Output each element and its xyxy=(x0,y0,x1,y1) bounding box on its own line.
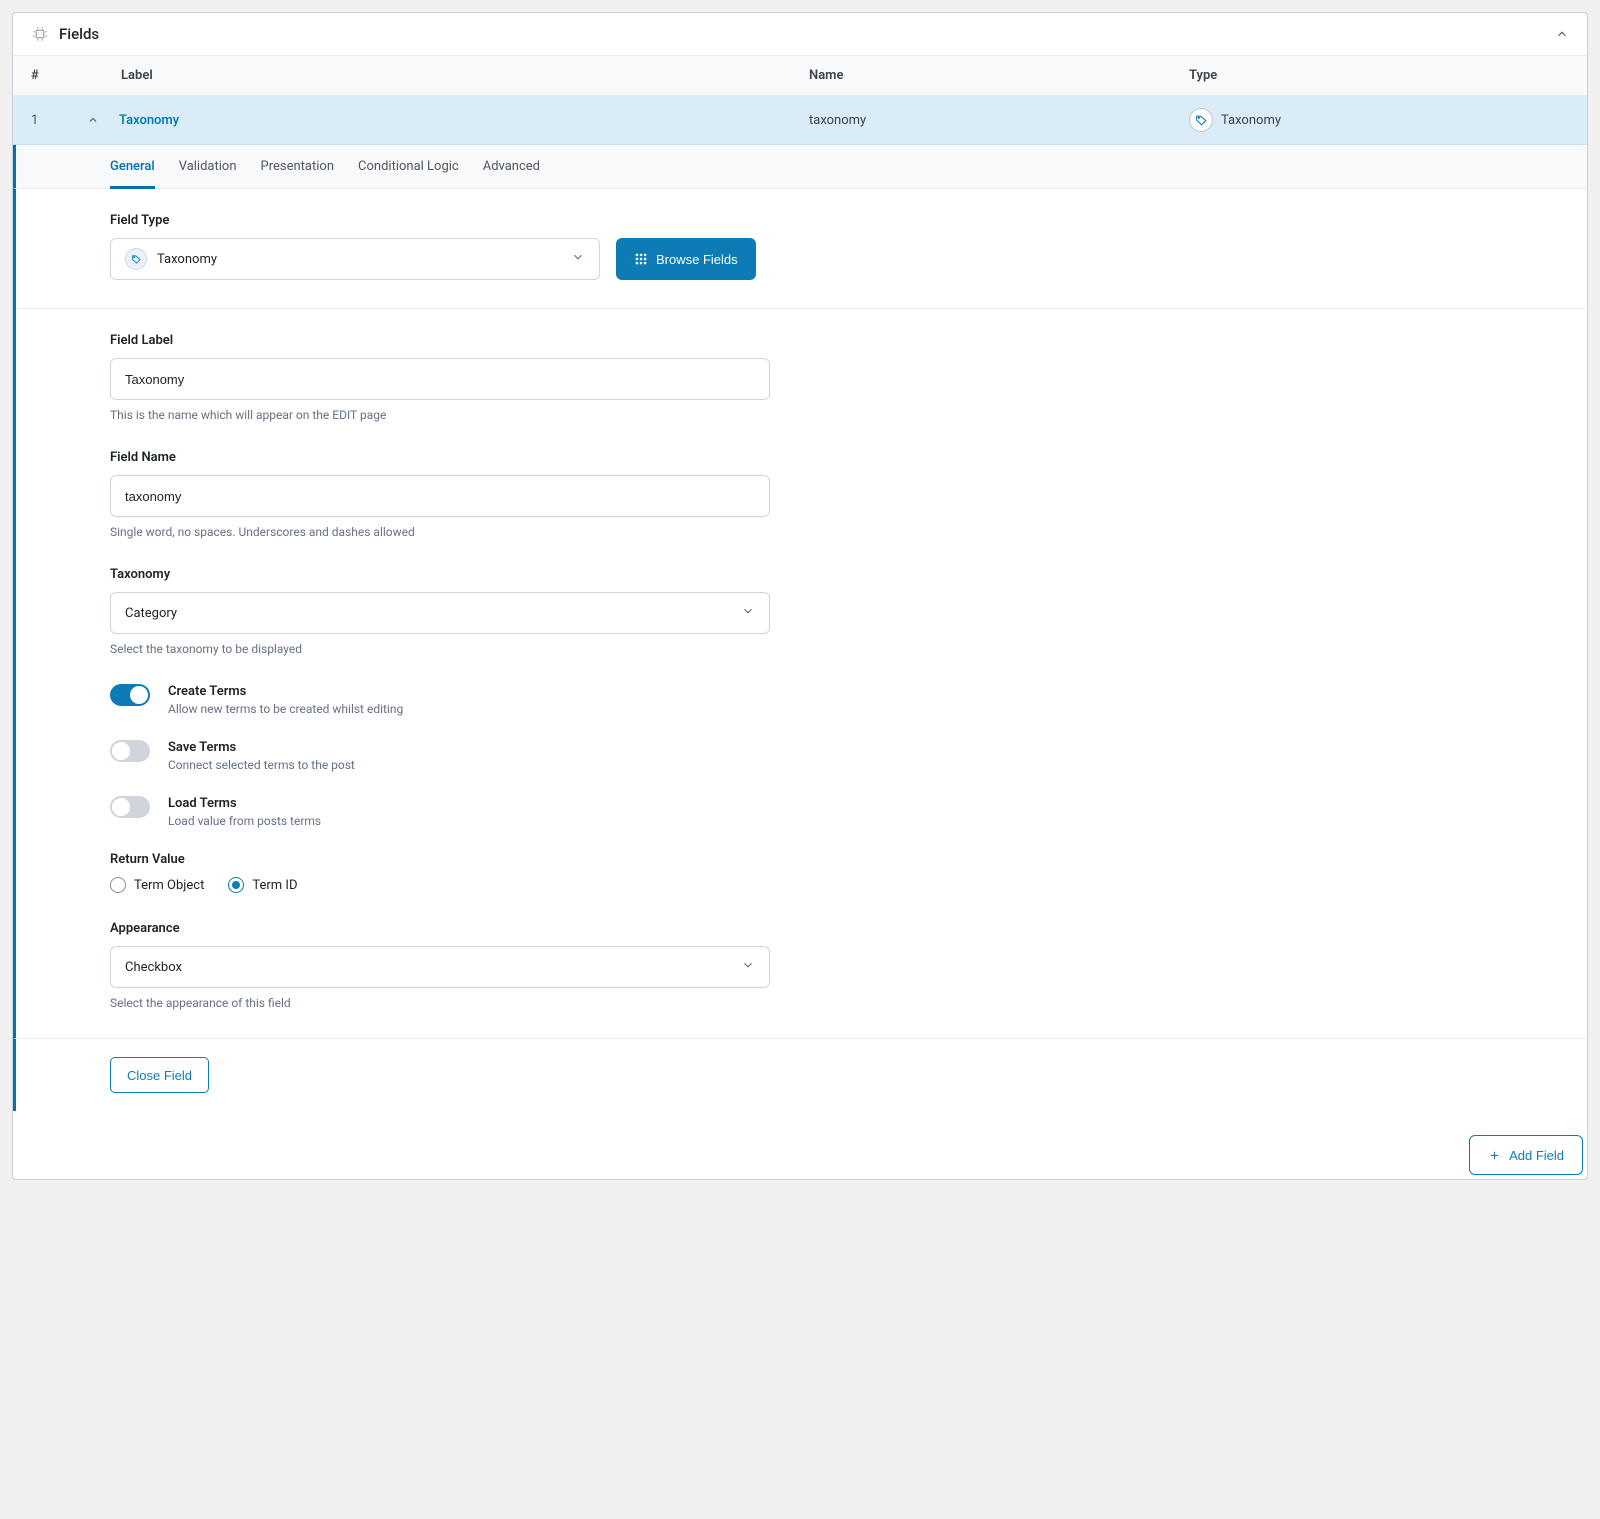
return-value-term-object[interactable]: Term Object xyxy=(110,877,204,893)
panel-header: Fields xyxy=(13,13,1587,56)
field-type-text: Taxonomy xyxy=(1221,113,1281,128)
close-field-button[interactable]: Close Field xyxy=(110,1057,209,1093)
field-name-label: Field Name xyxy=(110,450,770,465)
field-label-help: This is the name which will appear on th… xyxy=(110,408,770,422)
col-label: Label xyxy=(81,68,809,83)
panel-footer: Add Field xyxy=(13,1111,1587,1179)
appearance-value: Checkbox xyxy=(125,960,182,975)
appearance-label: Appearance xyxy=(110,921,770,936)
create-terms-desc: Allow new terms to be created whilst edi… xyxy=(168,702,403,716)
radio-icon xyxy=(110,877,126,893)
save-terms-toggle[interactable] xyxy=(110,740,150,762)
add-field-button[interactable]: Add Field xyxy=(1469,1135,1583,1175)
radio-icon xyxy=(228,877,244,893)
field-label-link[interactable]: Taxonomy xyxy=(119,113,179,128)
create-terms-title: Create Terms xyxy=(168,684,403,699)
create-terms-row: Create Terms Allow new terms to be creat… xyxy=(110,684,770,716)
save-terms-title: Save Terms xyxy=(168,740,355,755)
return-value-opt1-label: Term Object xyxy=(134,878,204,893)
taxonomy-value: Category xyxy=(125,606,177,621)
load-terms-title: Load Terms xyxy=(168,796,321,811)
field-name-text: taxonomy xyxy=(809,113,1189,128)
create-terms-toggle[interactable] xyxy=(110,684,150,706)
field-footer: Close Field xyxy=(13,1038,1587,1111)
chevron-down-icon xyxy=(571,250,585,268)
collapse-panel-button[interactable] xyxy=(1555,27,1569,41)
browse-fields-button[interactable]: Browse Fields xyxy=(616,238,756,280)
browse-fields-label: Browse Fields xyxy=(656,252,738,267)
form-body: Field Type Taxonomy xyxy=(13,189,1587,1038)
col-type: Type xyxy=(1189,68,1569,83)
fields-icon xyxy=(31,25,49,43)
tabs: General Validation Presentation Conditio… xyxy=(13,145,1587,189)
load-terms-desc: Load value from posts terms xyxy=(168,814,321,828)
save-terms-row: Save Terms Connect selected terms to the… xyxy=(110,740,770,772)
taxonomy-select[interactable]: Category xyxy=(110,592,770,634)
field-name-help: Single word, no spaces. Underscores and … xyxy=(110,525,770,539)
tab-conditional-logic[interactable]: Conditional Logic xyxy=(358,145,459,189)
panel-title: Fields xyxy=(59,25,99,43)
save-terms-desc: Connect selected terms to the post xyxy=(168,758,355,772)
return-value-label: Return Value xyxy=(110,852,770,867)
collapse-field-icon[interactable] xyxy=(81,114,105,126)
col-name: Name xyxy=(809,68,1189,83)
field-type-value: Taxonomy xyxy=(157,252,217,267)
tab-advanced[interactable]: Advanced xyxy=(483,145,540,189)
appearance-select[interactable]: Checkbox xyxy=(110,946,770,988)
table-header: # Label Name Type xyxy=(13,56,1587,96)
return-value-opt2-label: Term ID xyxy=(252,878,297,893)
field-num: 1 xyxy=(31,113,81,128)
return-value-term-id[interactable]: Term ID xyxy=(228,877,297,893)
field-row[interactable]: 1 Taxonomy taxonomy Taxonomy xyxy=(13,96,1587,145)
appearance-help: Select the appearance of this field xyxy=(110,996,770,1010)
taxonomy-label: Taxonomy xyxy=(110,567,770,582)
add-field-label: Add Field xyxy=(1509,1148,1564,1163)
field-label-input[interactable] xyxy=(110,358,770,400)
field-name-input[interactable] xyxy=(110,475,770,517)
col-num: # xyxy=(31,68,81,83)
tab-presentation[interactable]: Presentation xyxy=(261,145,335,189)
tab-general[interactable]: General xyxy=(110,145,155,189)
field-type-label: Field Type xyxy=(110,213,770,228)
chevron-down-icon xyxy=(741,604,755,622)
taxonomy-help: Select the taxonomy to be displayed xyxy=(110,642,770,656)
tag-icon xyxy=(125,248,147,270)
chevron-down-icon xyxy=(741,958,755,976)
load-terms-row: Load Terms Load value from posts terms xyxy=(110,796,770,828)
field-label-label: Field Label xyxy=(110,333,770,348)
fields-panel: Fields # Label Name Type 1 Taxonomy taxo… xyxy=(12,12,1588,1180)
tag-icon xyxy=(1189,108,1213,132)
field-type-select[interactable]: Taxonomy xyxy=(110,238,600,280)
load-terms-toggle[interactable] xyxy=(110,796,150,818)
tab-validation[interactable]: Validation xyxy=(179,145,237,189)
